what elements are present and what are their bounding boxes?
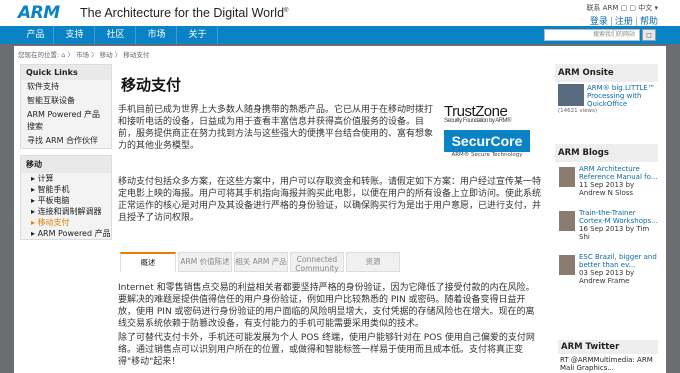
securcore-caption: ARM® Secure Technology [451,152,523,158]
sidebar-item-modems[interactable]: ▸ 连接和调制解调器 [21,206,111,217]
quick-links-box: Quick Links 软件支持 智能互联设备 ARM Powered 产品搜索… [20,64,112,149]
sidebar-item-computing[interactable]: ▸ 计算 [21,173,111,184]
avatar [559,167,575,187]
tab-related-products[interactable]: 相关 ARM 产品 [234,252,288,272]
blog-item[interactable]: ESC Brazil, bigger and better than ev...… [557,253,658,287]
blog-item[interactable]: Train-the-Trainer Cortex-M Workshops... 1… [557,209,658,243]
view-count: (14621 views) [558,108,598,114]
blog-title[interactable]: Train-the-Trainer Cortex-M Workshops... [579,209,658,225]
video-thumbnail[interactable] [558,84,584,106]
quick-link-item[interactable]: 智能互联设备 [21,94,111,108]
mobile-nav-box: 移动 ▸ 计算 ▸ 智能手机 ▸ 平板电脑 ▸ 连接和调制解调器 ▸ 移动支付 … [20,155,112,240]
quick-link-item[interactable]: ARM Powered 产品搜索 [21,108,111,134]
intro-paragraph: 手机目前已成为世界上大多数人随身携带的熟悉产品。它已从用于在移动时拨打和接听电话… [118,105,434,151]
main-nav: 产品 支持 社区 市场 关于 搜索我们的网站 ◻ [0,26,680,44]
arm-logo[interactable]: ARM [18,3,74,23]
nav-support[interactable]: 支持 [55,26,95,44]
left-sidebar: Quick Links 软件支持 智能互联设备 ARM Powered 产品搜索… [20,64,112,240]
site-header: ARM The Architecture for the Digital Wor… [0,0,680,28]
tab-resources[interactable]: 资源 [346,252,400,272]
nav-market[interactable]: 市场 [137,26,177,44]
search-button[interactable]: ◻ [642,29,656,41]
search-input[interactable]: 搜索我们的网站 [544,29,640,41]
contact-language-bar[interactable]: 联系 ARM ▢ ▢ 中文 ▾ [586,3,658,13]
authentication-paragraph: Internet 和零售销售点交易的利益相关者都要坚持严格的身份验证，因为它降低… [118,283,535,329]
sidebar-item-arm-powered[interactable]: ▸ ARM Powered 产品 [21,228,111,239]
tab-value[interactable]: ARM 价值陈述 [178,252,232,272]
blog-title[interactable]: ARM Architecture Reference Manual fo... [579,165,657,181]
blog-title[interactable]: ESC Brazil, bigger and better than ev... [579,253,657,269]
page-title: 移动支付 [121,76,182,94]
nav-products[interactable]: 产品 [18,26,54,44]
twitter-title: ARM Twitter [558,340,658,354]
pos-paragraph: 除了可替代支付卡外，手机还可能发展为个人 POS 终端，使用户能够针对在 POS… [118,333,535,367]
nav-community[interactable]: 社区 [96,26,136,44]
sidebar-item-mobile-payment[interactable]: ▸ 移动支付 [21,217,111,228]
securcore-logo[interactable]: SecurCore [444,130,530,152]
sidebar-item-tablets[interactable]: ▸ 平板电脑 [21,195,111,206]
onsite-title: ARM Onsite [555,64,658,82]
onsite-link[interactable]: ARM® big.LITTLE™ Processing with QuickOf… [587,82,658,108]
tab-overview[interactable]: 概述 [120,252,176,272]
blogs-title: ARM Blogs [555,144,658,162]
trustzone-logo[interactable]: TrustZone Security Foundation by ARM® [444,103,536,124]
sidebar-item-smartphones[interactable]: ▸ 智能手机 [21,184,111,195]
onsite-item[interactable]: ARM® big.LITTLE™ Processing with QuickOf… [555,82,658,132]
tab-community[interactable]: Connected Community [290,252,344,273]
payment-paragraph: 移动支付包括众多方案，在这些方案中，用户可以存取资金和转账。请假定如下方案：用户… [118,177,542,223]
blog-item[interactable]: ARM Architecture Reference Manual fo... 1… [557,165,658,199]
breadcrumb[interactable]: 您现在的位置: ⌂ 〉 市场 〉 移动 〉 移动支付 [18,49,150,59]
tweet[interactable]: RT @ARMMultimedia: ARM Mali Graphics... [558,354,658,373]
mobile-nav-title: 移动 [21,156,111,173]
quick-link-item[interactable]: 软件支持 [21,80,111,94]
quick-links-title: Quick Links [21,65,111,80]
right-sidebar: ARM Onsite ARM® big.LITTLE™ Processing w… [555,64,658,287]
twitter-box: ARM Twitter RT @ARMMultimedia: ARM Mali … [558,340,658,373]
nav-about[interactable]: 关于 [178,26,218,44]
logo-block: TrustZone Security Foundation by ARM® Sec… [444,103,536,158]
avatar [559,255,575,275]
tagline: The Architecture for the Digital World® [80,6,289,20]
quick-link-item[interactable]: 寻找 ARM 合作伙伴 [21,134,111,148]
avatar [559,211,575,231]
